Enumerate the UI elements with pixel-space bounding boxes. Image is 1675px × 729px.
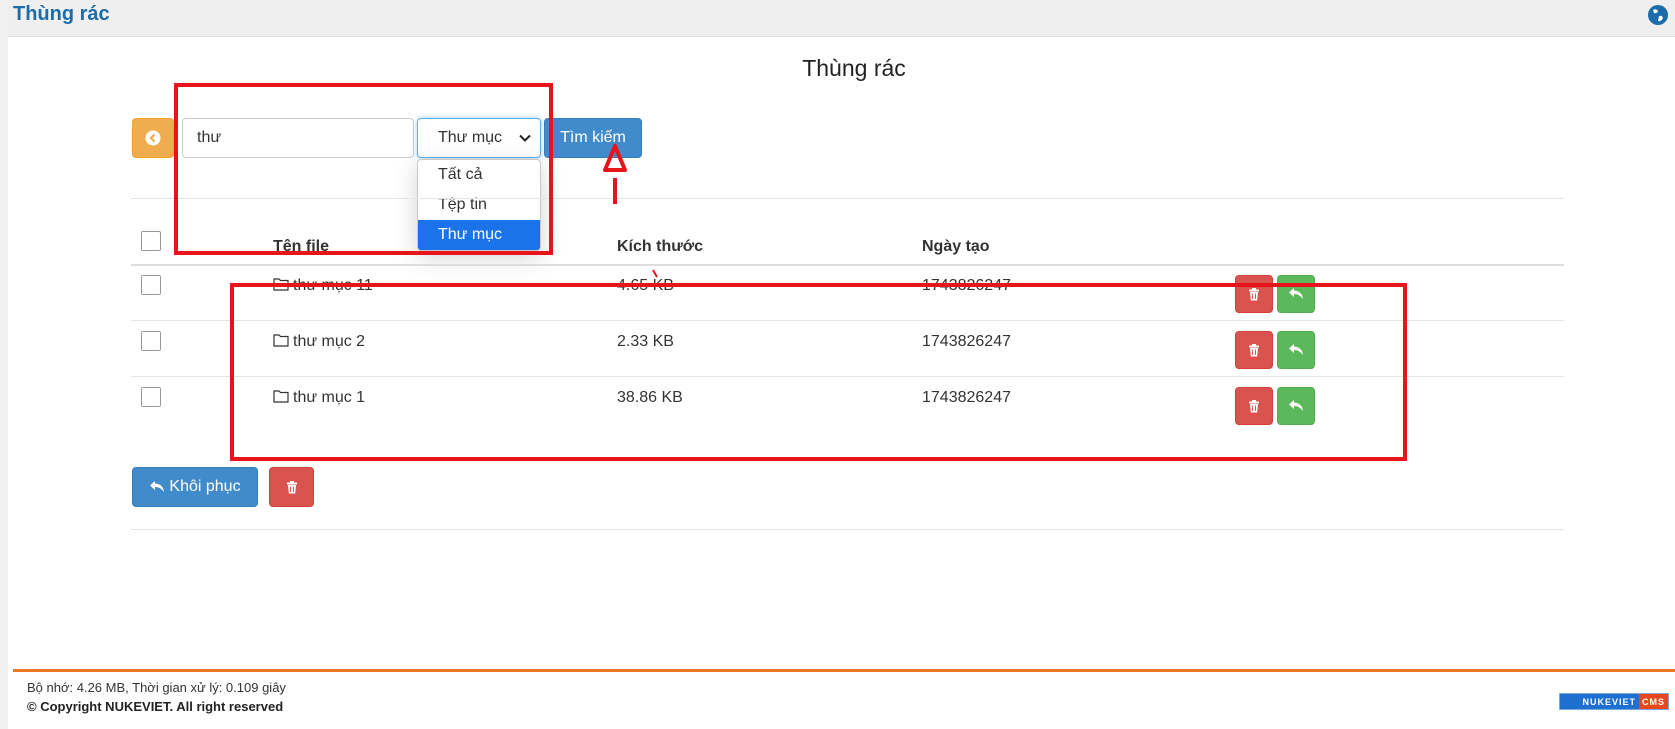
footer-divider: [13, 669, 1675, 672]
column-header-size: Kích thước: [617, 238, 704, 255]
column-header-created: Ngày tạo: [922, 238, 990, 255]
table-header-divider: [131, 264, 1564, 266]
nukeviet-logo[interactable]: NUKEVIET CMS: [1559, 693, 1669, 710]
delete-all-button[interactable]: [269, 467, 314, 507]
page-title: Thùng rác: [802, 55, 906, 81]
annotation-box-results: [230, 283, 1407, 461]
circle-chevron-left-icon: [145, 130, 161, 146]
annotation-box-search: [174, 83, 553, 255]
row-checkbox[interactable]: [141, 275, 161, 295]
trash-page: Thùng rác Thùng rác Thư mục Tìm kiếm Tất…: [8, 0, 1675, 729]
header-bar: Thùng rác: [8, 0, 1675, 37]
row-checkbox[interactable]: [141, 387, 161, 407]
header-title: Thùng rác: [13, 3, 110, 25]
logo-text: NUKEVIET: [1582, 696, 1636, 707]
reply-icon: [150, 481, 165, 492]
trash-icon: [286, 480, 297, 493]
footer-stats: Bộ nhớ: 4.26 MB, Thời gian xử lý: 0.109 …: [27, 680, 286, 695]
restore-all-button[interactable]: Khôi phục: [132, 467, 258, 507]
globe-icon[interactable]: [1647, 4, 1669, 26]
footer-copyright: © Copyright NUKEVIET. All right reserved: [27, 699, 284, 714]
annotation-arrow-icon: [603, 144, 627, 204]
select-all-checkbox[interactable]: [141, 231, 161, 251]
divider: [131, 529, 1564, 530]
logo-badge: CMS: [1639, 694, 1668, 709]
row-checkbox[interactable]: [141, 331, 161, 351]
back-button[interactable]: [132, 118, 174, 158]
restore-all-label: Khôi phục: [169, 478, 241, 495]
annotation-tick-icon: [652, 269, 658, 278]
